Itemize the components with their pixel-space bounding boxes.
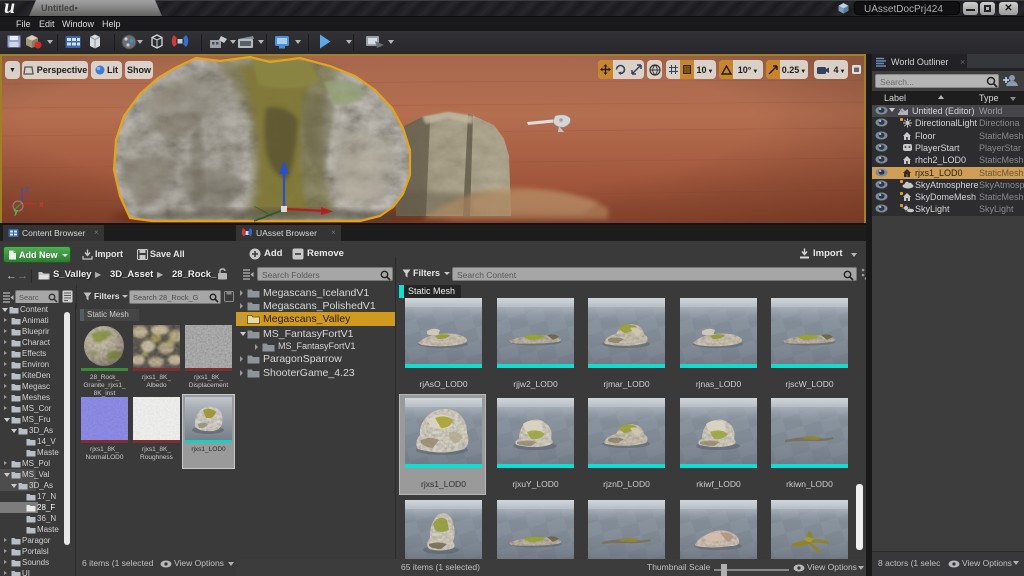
svg-text:y: y [14, 209, 18, 216]
svg-text:X: X [39, 202, 44, 209]
svg-text:Z: Z [25, 187, 30, 194]
